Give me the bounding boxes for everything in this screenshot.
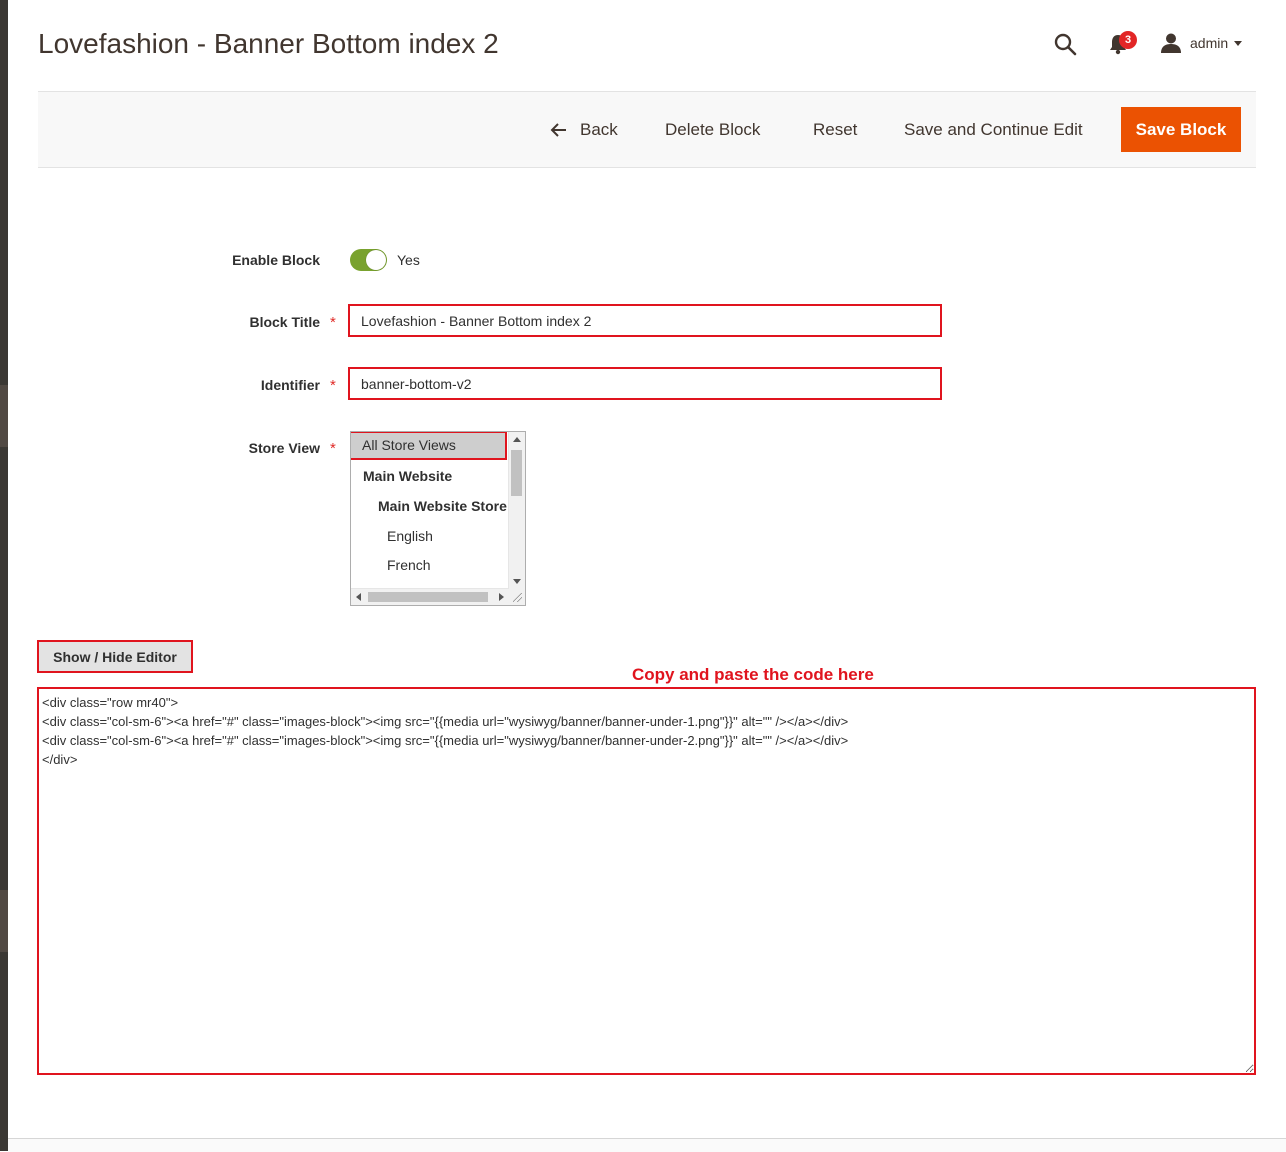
notification-count-badge[interactable]: 3 [1119, 31, 1137, 49]
enable-block-label: Enable Block [232, 252, 320, 268]
caret-down-icon [1234, 40, 1243, 46]
enable-block-value: Yes [397, 252, 420, 268]
store-option-main-website[interactable]: Main Website [363, 468, 452, 484]
store-option-french[interactable]: French [387, 557, 431, 573]
scroll-left-icon[interactable] [356, 593, 361, 601]
store-view-multiselect[interactable]: All Store Views Main Website Main Websit… [350, 431, 526, 606]
save-and-continue-button[interactable]: Save and Continue Edit [904, 108, 1083, 152]
page-title: Lovefashion - Banner Bottom index 2 [38, 28, 499, 59]
store-list-vertical-scrollbar[interactable] [508, 432, 525, 589]
scroll-right-icon[interactable] [499, 593, 504, 601]
page-actions-toolbar: Back Delete Block Reset Save and Continu… [38, 91, 1256, 168]
identifier-input[interactable] [348, 367, 942, 400]
sidebar-nav-marker [0, 385, 8, 447]
delete-block-button[interactable]: Delete Block [665, 108, 760, 152]
store-option-english[interactable]: English [387, 528, 433, 544]
required-asterisk: * [330, 377, 336, 394]
identifier-label: Identifier [260, 377, 320, 393]
user-menu[interactable]: admin [1160, 32, 1243, 54]
arrow-left-icon [550, 123, 566, 137]
reset-button[interactable]: Reset [813, 108, 857, 152]
show-hide-editor-button[interactable]: Show / Hide Editor [37, 640, 193, 673]
block-title-label: Block Title [249, 314, 320, 330]
resize-handle-icon[interactable] [509, 589, 525, 605]
toggle-knob [366, 250, 386, 270]
content-code-editor[interactable]: <div class="row mr40"> <div class="col-s… [37, 687, 1256, 1075]
scroll-up-icon[interactable] [513, 437, 521, 442]
search-icon[interactable] [1053, 32, 1077, 56]
required-asterisk: * [330, 314, 336, 331]
store-option-all-store-views[interactable]: All Store Views [351, 432, 507, 460]
enable-block-toggle[interactable] [350, 249, 387, 271]
left-sidebar-edge [0, 0, 8, 1151]
user-name: admin [1190, 35, 1229, 51]
scrollbar-thumb[interactable] [368, 592, 488, 602]
user-icon [1161, 33, 1181, 53]
back-label: Back [580, 120, 618, 139]
scrollbar-thumb[interactable] [511, 450, 522, 496]
scroll-down-icon[interactable] [513, 579, 521, 584]
sidebar-nav-marker [0, 890, 8, 952]
save-block-button[interactable]: Save Block [1121, 107, 1241, 152]
store-view-label: Store View [248, 440, 320, 456]
store-list-horizontal-scrollbar[interactable] [351, 588, 509, 605]
store-option-main-website-store[interactable]: Main Website Store [378, 498, 507, 514]
back-button[interactable]: Back [550, 108, 618, 152]
block-title-input[interactable] [348, 304, 942, 337]
instruction-annotation: Copy and paste the code here [632, 665, 874, 684]
page-footer-divider [8, 1138, 1286, 1152]
required-asterisk: * [330, 440, 336, 457]
